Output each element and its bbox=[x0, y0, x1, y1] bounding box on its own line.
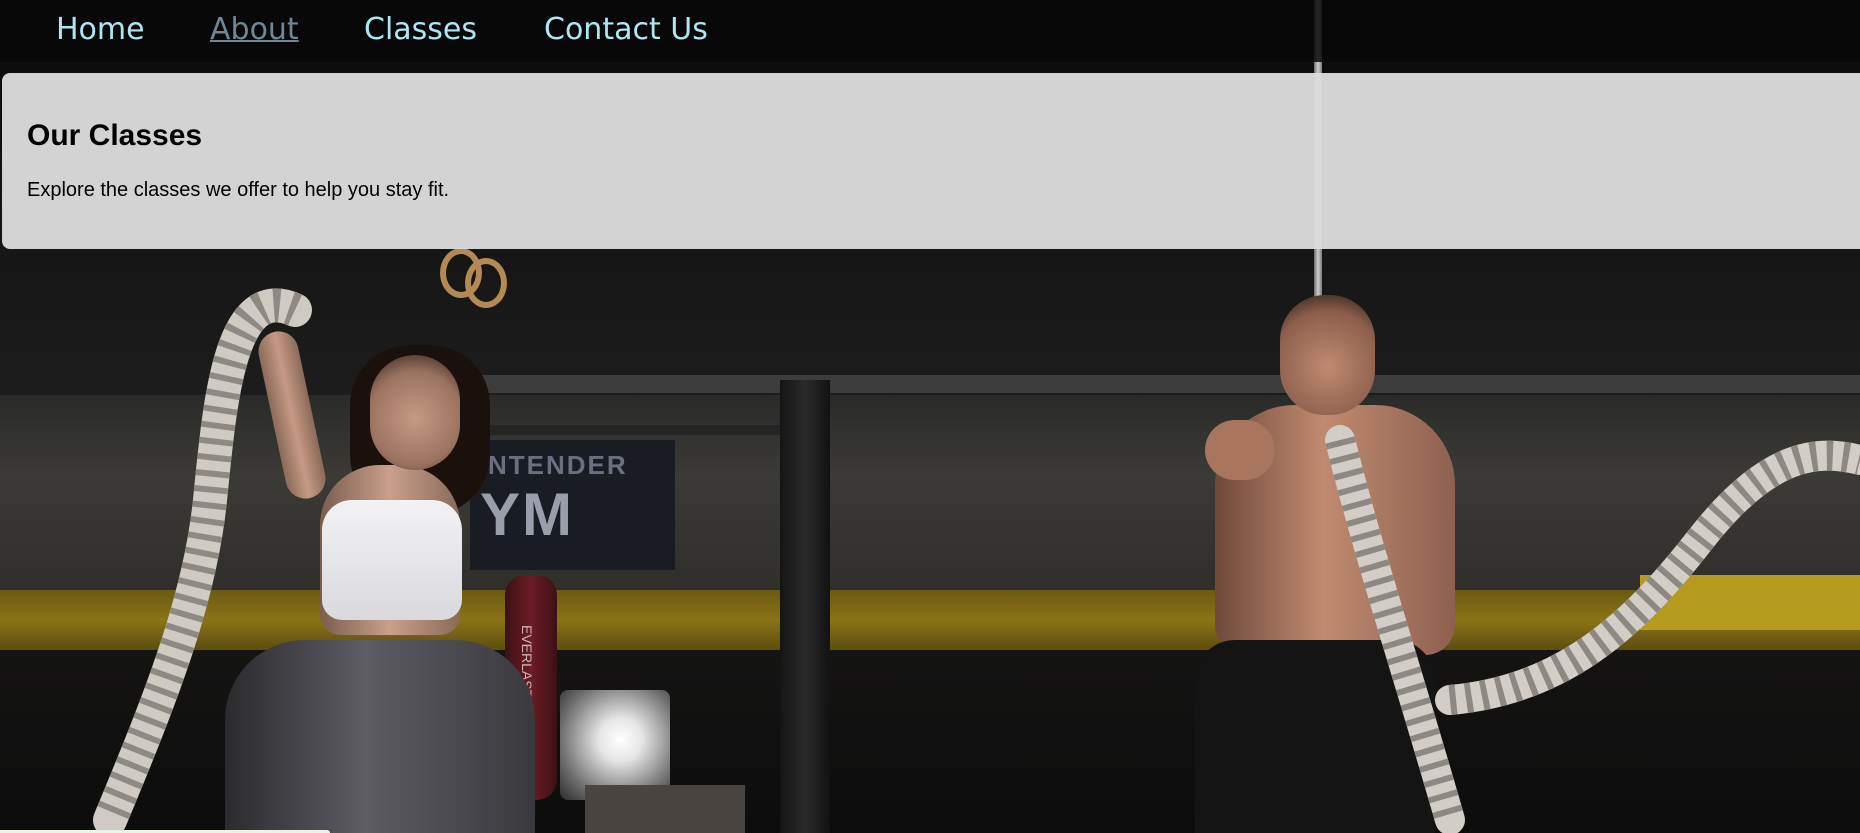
gym-sign: NTENDER YM bbox=[470, 440, 675, 570]
ceiling-beam-lower bbox=[470, 425, 810, 435]
steel-pillar bbox=[780, 380, 830, 833]
gym-sign-line-1: NTENDER bbox=[488, 450, 628, 480]
plyo-box bbox=[585, 785, 745, 833]
nav-link-about[interactable]: About bbox=[210, 10, 299, 50]
main-nav: Home About Classes Contact Us bbox=[0, 0, 1860, 62]
battle-rope-right bbox=[1325, 425, 1860, 833]
man-arm bbox=[1205, 420, 1275, 480]
floor-lamp bbox=[560, 690, 670, 800]
man-head bbox=[1280, 295, 1375, 415]
woman-sports-top bbox=[322, 500, 462, 620]
page-title: Our Classes bbox=[27, 119, 203, 152]
woman-head bbox=[370, 355, 460, 470]
nav-link-classes[interactable]: Classes bbox=[364, 10, 477, 50]
ceiling-beam bbox=[470, 375, 1860, 393]
page-description: Explore the classes we offer to help you… bbox=[27, 179, 450, 201]
battle-rope-left bbox=[93, 288, 312, 833]
classes-intro-card: Our Classes Explore the classes we offer… bbox=[2, 73, 1860, 249]
nav-link-home[interactable]: Home bbox=[56, 10, 145, 50]
gym-sign-line-2: YM bbox=[480, 481, 574, 548]
nav-link-contact-us[interactable]: Contact Us bbox=[544, 10, 708, 50]
gymnastic-rings bbox=[440, 248, 507, 328]
